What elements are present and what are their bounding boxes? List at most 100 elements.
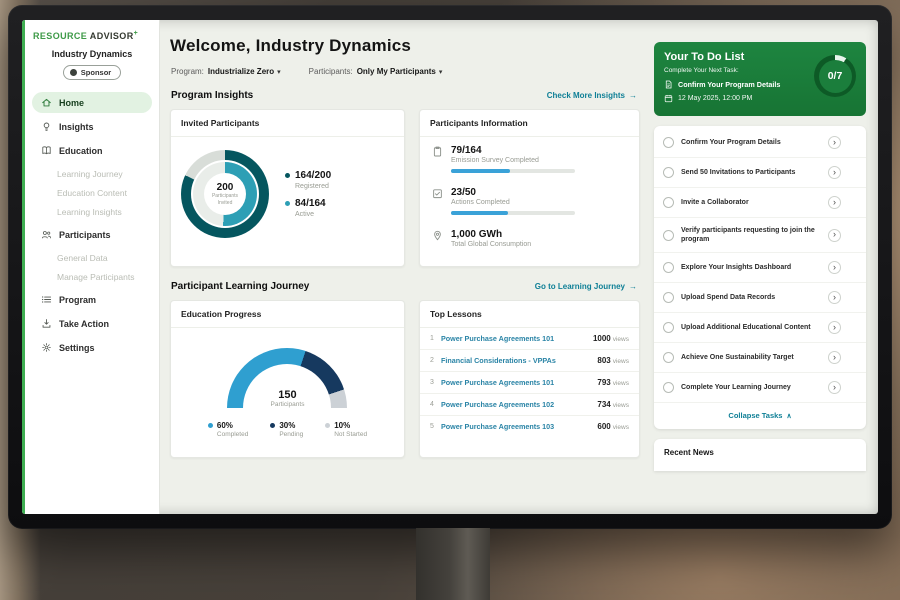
- program-insights-cards: Invited Participants 200 Participants In…: [170, 109, 640, 267]
- actions-progress-fill: [451, 211, 508, 215]
- todo-title: Your To Do List: [664, 51, 812, 63]
- lesson-views: 793: [597, 378, 610, 387]
- chevron-right-icon[interactable]: ›: [828, 136, 841, 149]
- lesson-views-suffix: views: [613, 358, 629, 365]
- program-filter-dropdown[interactable]: Program: Industrialize Zero ▾: [171, 67, 281, 76]
- chevron-right-icon[interactable]: ›: [828, 166, 841, 179]
- collapse-tasks-link[interactable]: Collapse Tasks∧: [654, 403, 866, 429]
- chevron-right-icon[interactable]: ›: [828, 196, 841, 209]
- chevron-right-icon[interactable]: ›: [828, 261, 841, 274]
- task-label: Upload Spend Data Records: [681, 293, 821, 302]
- task-checkbox[interactable]: [663, 137, 674, 148]
- legend-label: Completed: [217, 431, 248, 438]
- lightbulb-icon: [41, 121, 52, 132]
- calendar-icon: [664, 94, 673, 103]
- check-more-insights-link[interactable]: Check More Insights →: [547, 91, 637, 100]
- task-checkbox[interactable]: [663, 352, 674, 363]
- filters-row: Program: Industrialize Zero ▾ Participan…: [171, 67, 640, 76]
- task-row[interactable]: Achieve One Sustainability Target ›: [654, 343, 866, 373]
- participants-filter-label: Participants:: [309, 67, 353, 76]
- task-row[interactable]: Upload Additional Educational Content ›: [654, 313, 866, 343]
- stat-label: Actions Completed: [451, 199, 575, 206]
- page-title: Welcome, Industry Dynamics: [170, 36, 640, 56]
- logo-resource: RESOURCE: [33, 31, 87, 41]
- sidebar-item-education-content[interactable]: Education Content: [25, 183, 159, 202]
- sidebar-subitem-label: Education Content: [57, 188, 127, 198]
- sidebar-item-home[interactable]: Home: [32, 92, 152, 113]
- lesson-row: 4 Power Purchase Agreements 102 734views: [420, 394, 639, 416]
- sidebar-item-label: Settings: [59, 343, 95, 353]
- go-to-learning-journey-link[interactable]: Go to Learning Journey →: [535, 282, 637, 291]
- sponsor-badge: Sponsor: [63, 65, 121, 80]
- task-row[interactable]: Upload Spend Data Records ›: [654, 283, 866, 313]
- sidebar-item-manage-participants[interactable]: Manage Participants: [25, 267, 159, 286]
- sidebar-item-insights[interactable]: Insights: [32, 116, 152, 137]
- sidebar-item-general-data[interactable]: General Data: [25, 248, 159, 267]
- lesson-views-suffix: views: [613, 424, 629, 431]
- lesson-title-link[interactable]: Power Purchase Agreements 101: [441, 378, 597, 387]
- todo-summary-card: Your To Do List Complete Your Next Task:…: [654, 42, 866, 116]
- chevron-right-icon[interactable]: ›: [828, 291, 841, 304]
- survey-progress-bar: [451, 169, 575, 173]
- chevron-right-icon[interactable]: ›: [828, 229, 841, 242]
- learning-journey-cards: Education Progress 150 Participants 60: [170, 300, 640, 458]
- sidebar-item-participants[interactable]: Participants: [32, 224, 152, 245]
- survey-progress-fill: [451, 169, 511, 173]
- program-insights-title: Program Insights: [171, 90, 253, 101]
- task-checkbox[interactable]: [663, 167, 674, 178]
- stat-label: Emission Survey Completed: [451, 157, 575, 164]
- document-icon: [664, 80, 673, 89]
- arrow-right-icon: →: [629, 91, 637, 100]
- sidebar-item-program[interactable]: Program: [32, 289, 152, 310]
- participants-filter-dropdown[interactable]: Participants: Only My Participants ▾: [309, 67, 443, 76]
- legend-label: Not Started: [334, 431, 367, 438]
- lesson-title-link[interactable]: Power Purchase Agreements 101: [441, 334, 593, 343]
- lesson-views-suffix: views: [613, 336, 629, 343]
- task-checkbox[interactable]: [663, 230, 674, 241]
- lesson-title-link[interactable]: Financial Considerations - VPPAs: [441, 356, 597, 365]
- lesson-title-link[interactable]: Power Purchase Agreements 103: [441, 422, 597, 431]
- chevron-right-icon[interactable]: ›: [828, 351, 841, 364]
- task-checkbox[interactable]: [663, 262, 674, 273]
- task-checkbox[interactable]: [663, 322, 674, 333]
- lesson-row: 1 Power Purchase Agreements 101 1000view…: [420, 328, 639, 350]
- task-checkbox[interactable]: [663, 382, 674, 393]
- sidebar-item-label: Insights: [59, 122, 94, 132]
- logo-plus: +: [134, 30, 139, 37]
- task-checkbox[interactable]: [663, 292, 674, 303]
- task-row[interactable]: Send 50 Invitations to Participants ›: [654, 158, 866, 188]
- lesson-views: 600: [597, 422, 610, 431]
- list-icon: [41, 294, 52, 305]
- sidebar-item-take-action[interactable]: Take Action: [32, 313, 152, 334]
- learning-journey-header: Participant Learning Journey Go to Learn…: [171, 281, 637, 292]
- lesson-number: 2: [430, 357, 441, 364]
- task-row[interactable]: Complete Your Learning Journey ›: [654, 373, 866, 403]
- task-label: Complete Your Learning Journey: [681, 383, 821, 392]
- collapse-tasks-label: Collapse Tasks: [728, 411, 782, 420]
- sidebar-item-settings[interactable]: Settings: [32, 337, 152, 358]
- sidebar-subitem-label: General Data: [57, 253, 108, 263]
- todo-task-list: Confirm Your Program Details › Send 50 I…: [654, 126, 866, 429]
- sidebar-item-education[interactable]: Education: [32, 140, 152, 161]
- todo-next-task: Confirm Your Program Details: [664, 80, 812, 89]
- task-row[interactable]: Verify participants requesting to join t…: [654, 218, 866, 253]
- lesson-title-link[interactable]: Power Purchase Agreements 102: [441, 400, 597, 409]
- task-checkbox[interactable]: [663, 197, 674, 208]
- arrow-right-icon: →: [629, 282, 637, 291]
- todo-next-task-label: Confirm Your Program Details: [678, 80, 780, 89]
- lesson-number: 3: [430, 379, 441, 386]
- task-row[interactable]: Invite a Collaborator ›: [654, 188, 866, 218]
- sidebar-subitem-label: Learning Insights: [57, 207, 122, 217]
- sidebar-item-learning-journey[interactable]: Learning Journey: [25, 164, 159, 183]
- chevron-down-icon: ▾: [439, 68, 443, 76]
- stat-row-actions: 23/50 Actions Completed: [420, 179, 639, 221]
- task-row[interactable]: Confirm Your Program Details ›: [654, 128, 866, 158]
- chevron-right-icon[interactable]: ›: [828, 321, 841, 334]
- sidebar-item-learning-insights[interactable]: Learning Insights: [25, 202, 159, 221]
- chevron-right-icon[interactable]: ›: [828, 381, 841, 394]
- task-row[interactable]: Explore Your Insights Dashboard ›: [654, 253, 866, 283]
- gauge-center: 150 Participants: [227, 389, 347, 408]
- participants-information-card-title: Participants Information: [420, 110, 639, 137]
- gauge-legend: 60% Completed 30% Pending 10% Not Starte…: [171, 421, 404, 438]
- participants-filter-value: Only My Participants: [357, 67, 436, 76]
